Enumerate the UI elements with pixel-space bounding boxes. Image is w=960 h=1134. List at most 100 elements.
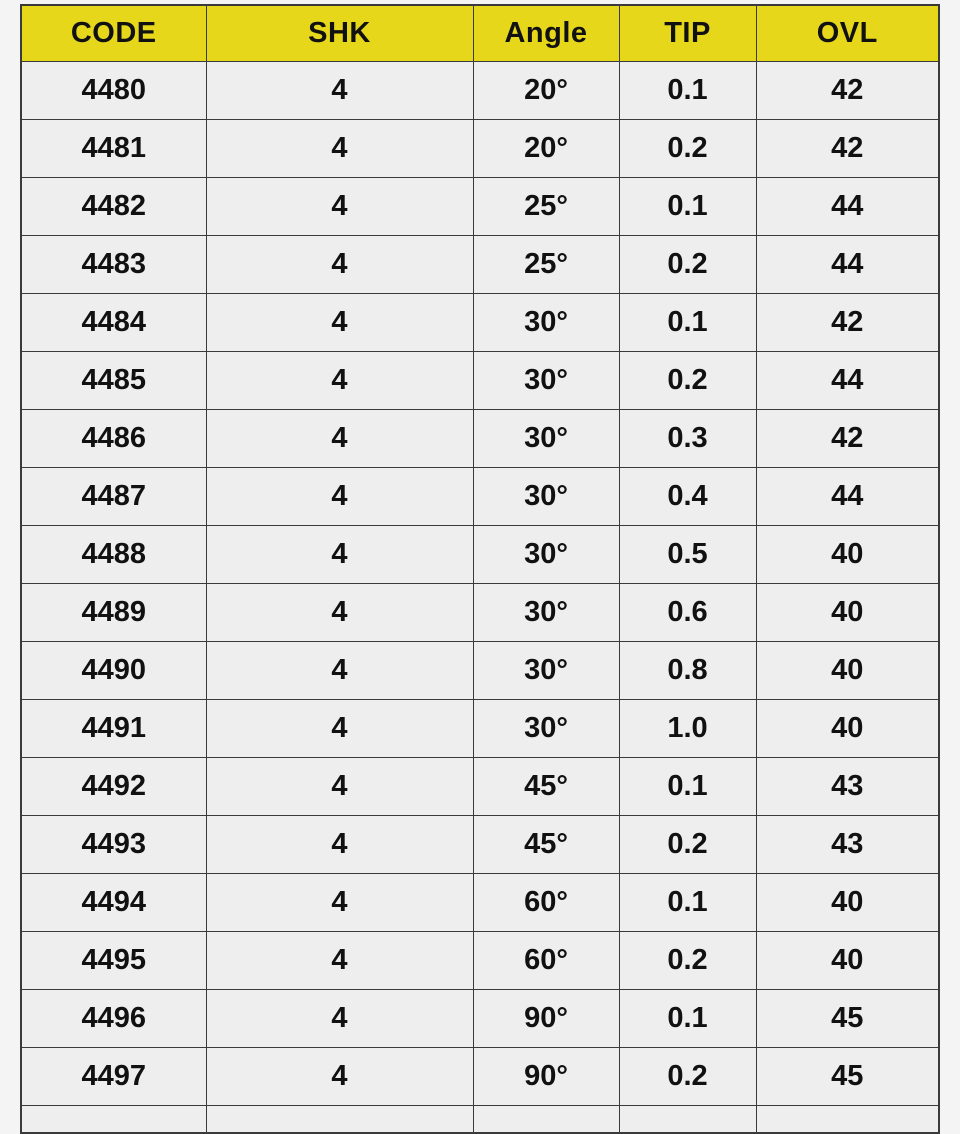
table-row[interactable]: 4495 4 60° 0.2 40 xyxy=(20,931,940,990)
cell-code: 4484 xyxy=(20,293,207,352)
cell-ovl: 42 xyxy=(755,293,940,352)
cell-ovl: 45 xyxy=(755,1047,940,1106)
cell-shk: 4 xyxy=(205,525,474,584)
cell-code: 4486 xyxy=(20,409,207,468)
cell-angle: 25° xyxy=(472,235,620,294)
cell-code: 4497 xyxy=(20,1047,207,1106)
cell-ovl: 40 xyxy=(755,641,940,700)
cell-angle: 45° xyxy=(472,757,620,816)
cell-tip: 0.1 xyxy=(618,989,757,1048)
cell-tip: 0.2 xyxy=(618,235,757,294)
cell-tip: 0.1 xyxy=(618,293,757,352)
cell-angle: 90° xyxy=(472,1047,620,1106)
cell-tip: 0.6 xyxy=(618,583,757,642)
cell-code: 4489 xyxy=(20,583,207,642)
cell-tip: 0.4 xyxy=(618,467,757,526)
cell-shk: 4 xyxy=(205,815,474,874)
cell-shk: 4 xyxy=(205,931,474,990)
cell-angle: 30° xyxy=(472,525,620,584)
cell-shk: 4 xyxy=(205,989,474,1048)
cell-code: 4488 xyxy=(20,525,207,584)
cell-code: 4480 xyxy=(20,61,207,120)
cell-angle: 45° xyxy=(472,815,620,874)
table-row[interactable]: 4480 4 20° 0.1 42 xyxy=(20,61,940,120)
table-row[interactable]: 4485 4 30° 0.2 44 xyxy=(20,351,940,410)
cell-code xyxy=(20,1105,207,1134)
cell-tip: 0.1 xyxy=(618,61,757,120)
cell-shk: 4 xyxy=(205,177,474,236)
table-row[interactable]: 4483 4 25° 0.2 44 xyxy=(20,235,940,294)
cell-tip: 1.0 xyxy=(618,699,757,758)
table-row[interactable]: 4482 4 25° 0.1 44 xyxy=(20,177,940,236)
table-row[interactable]: 4494 4 60° 0.1 40 xyxy=(20,873,940,932)
cell-shk: 4 xyxy=(205,409,474,468)
cell-code: 4496 xyxy=(20,989,207,1048)
cell-shk: 4 xyxy=(205,757,474,816)
table-row[interactable]: 4484 4 30° 0.1 42 xyxy=(20,293,940,352)
cell-shk: 4 xyxy=(205,293,474,352)
cell-ovl: 42 xyxy=(755,409,940,468)
table-row[interactable]: 4486 4 30° 0.3 42 xyxy=(20,409,940,468)
cell-code: 4492 xyxy=(20,757,207,816)
cell-tip xyxy=(618,1105,757,1134)
table-row[interactable]: 4496 4 90° 0.1 45 xyxy=(20,989,940,1048)
table-row[interactable]: 4488 4 30° 0.5 40 xyxy=(20,525,940,584)
cell-ovl: 42 xyxy=(755,61,940,120)
table-row[interactable]: 4487 4 30° 0.4 44 xyxy=(20,467,940,526)
cell-tip: 0.3 xyxy=(618,409,757,468)
cell-ovl: 40 xyxy=(755,699,940,758)
cell-shk: 4 xyxy=(205,699,474,758)
cell-angle: 30° xyxy=(472,351,620,410)
cell-shk: 4 xyxy=(205,119,474,178)
cell-angle: 30° xyxy=(472,467,620,526)
cell-tip: 0.8 xyxy=(618,641,757,700)
column-header-angle: Angle xyxy=(472,4,620,62)
table-row[interactable]: 4497 4 90° 0.2 45 xyxy=(20,1047,940,1106)
cell-code: 4483 xyxy=(20,235,207,294)
cell-code: 4482 xyxy=(20,177,207,236)
table-row[interactable]: 4489 4 30° 0.6 40 xyxy=(20,583,940,642)
cell-tip: 0.2 xyxy=(618,351,757,410)
cell-ovl: 40 xyxy=(755,583,940,642)
cell-code: 4485 xyxy=(20,351,207,410)
cell-shk: 4 xyxy=(205,873,474,932)
cell-angle: 30° xyxy=(472,409,620,468)
cell-code: 4495 xyxy=(20,931,207,990)
spec-table-container: CODE SHK Angle TIP OVL 4480 4 20° 0.1 42 4481… xyxy=(20,4,940,1134)
cell-tip: 0.2 xyxy=(618,815,757,874)
cell-tip: 0.1 xyxy=(618,177,757,236)
cell-tip: 0.1 xyxy=(618,757,757,816)
column-header-tip: TIP xyxy=(618,4,757,62)
cell-ovl: 40 xyxy=(755,525,940,584)
table-row-truncated[interactable] xyxy=(20,1105,940,1134)
table-row[interactable]: 4490 4 30° 0.8 40 xyxy=(20,641,940,700)
table-header: CODE SHK Angle TIP OVL xyxy=(20,4,940,62)
cell-angle: 20° xyxy=(472,119,620,178)
cell-shk xyxy=(205,1105,474,1134)
cell-angle: 60° xyxy=(472,873,620,932)
cell-ovl: 40 xyxy=(755,931,940,990)
cell-tip: 0.5 xyxy=(618,525,757,584)
table-row[interactable]: 4481 4 20° 0.2 42 xyxy=(20,119,940,178)
cell-angle: 20° xyxy=(472,61,620,120)
cell-shk: 4 xyxy=(205,583,474,642)
table-body: 4480 4 20° 0.1 42 4481 4 20° 0.2 42 4482 4 25° 0.1 44 4… xyxy=(20,61,940,1134)
table-row[interactable]: 4492 4 45° 0.1 43 xyxy=(20,757,940,816)
cell-shk: 4 xyxy=(205,467,474,526)
tooling-specification-table: CODE SHK Angle TIP OVL 4480 4 20° 0.1 42 4481… xyxy=(20,4,940,1134)
cell-shk: 4 xyxy=(205,1047,474,1106)
table-row[interactable]: 4493 4 45° 0.2 43 xyxy=(20,815,940,874)
column-header-ovl: OVL xyxy=(755,4,940,62)
cell-ovl: 42 xyxy=(755,119,940,178)
table-row[interactable]: 4491 4 30° 1.0 40 xyxy=(20,699,940,758)
cell-angle xyxy=(472,1105,620,1134)
cell-code: 4487 xyxy=(20,467,207,526)
cell-ovl: 44 xyxy=(755,351,940,410)
column-header-shk: SHK xyxy=(205,4,474,62)
cell-ovl: 45 xyxy=(755,989,940,1048)
cell-angle: 30° xyxy=(472,699,620,758)
cell-tip: 0.2 xyxy=(618,931,757,990)
cell-ovl: 40 xyxy=(755,873,940,932)
cell-ovl: 43 xyxy=(755,815,940,874)
cell-tip: 0.1 xyxy=(618,873,757,932)
